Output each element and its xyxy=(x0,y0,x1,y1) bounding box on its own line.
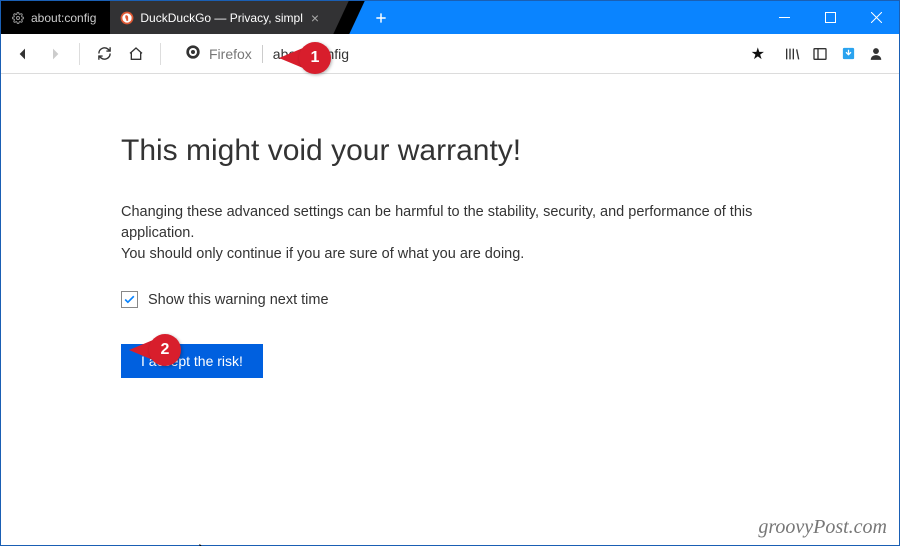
identity-label: Firefox xyxy=(209,46,252,62)
profile-icon[interactable] xyxy=(867,45,885,63)
close-window-button[interactable] xyxy=(853,1,899,34)
sidebar-icon[interactable] xyxy=(811,45,829,63)
warning-heading: This might void your warranty! xyxy=(121,134,899,168)
minimize-button[interactable] xyxy=(761,1,807,34)
duckduckgo-icon xyxy=(120,11,134,25)
warning-body: Changing these advanced settings can be … xyxy=(121,202,781,265)
watermark: groovyPost.com xyxy=(758,516,887,539)
browser-window: about:config DuckDuckGo — Privacy, simpl… xyxy=(0,0,900,546)
accept-risk-button[interactable]: I accept the risk! xyxy=(121,344,263,378)
separator xyxy=(262,45,263,63)
new-tab-button[interactable] xyxy=(365,1,397,34)
pocket-icon[interactable] xyxy=(839,45,857,63)
url-bar[interactable]: Firefox about:config ★ xyxy=(179,39,771,69)
tab-label: DuckDuckGo — Privacy, simpl xyxy=(140,11,302,25)
tab-edge xyxy=(333,1,349,34)
checkbox[interactable] xyxy=(121,291,138,308)
checkbox-label: Show this warning next time xyxy=(148,292,329,308)
content-area: This might void your warranty! Changing … xyxy=(1,74,899,545)
separator xyxy=(160,43,161,65)
tab-label: about:config xyxy=(31,11,96,25)
back-button[interactable] xyxy=(9,40,37,68)
close-icon[interactable]: × xyxy=(311,11,319,25)
nav-toolbar: Firefox about:config ★ xyxy=(1,34,899,74)
tab-edge xyxy=(349,1,365,34)
identity-box[interactable]: Firefox about:config xyxy=(185,44,349,63)
reload-button[interactable] xyxy=(90,40,118,68)
window-controls xyxy=(761,1,899,34)
tab-about-config[interactable]: about:config xyxy=(1,1,110,34)
toolbar-right xyxy=(783,45,891,63)
maximize-button[interactable] xyxy=(807,1,853,34)
home-button[interactable] xyxy=(122,40,150,68)
bookmark-star-icon[interactable]: ★ xyxy=(751,44,765,64)
library-icon[interactable] xyxy=(783,45,801,63)
forward-button[interactable] xyxy=(41,40,69,68)
url-text: about:config xyxy=(273,46,349,62)
firefox-icon xyxy=(185,44,201,63)
titlebar: about:config DuckDuckGo — Privacy, simpl… xyxy=(1,1,899,34)
tabstrip: about:config DuckDuckGo — Privacy, simpl… xyxy=(1,1,365,34)
gear-icon xyxy=(11,11,25,25)
separator xyxy=(79,43,80,65)
show-warning-checkbox-row[interactable]: Show this warning next time xyxy=(121,291,899,308)
tab-duckduckgo[interactable]: DuckDuckGo — Privacy, simpl × xyxy=(110,1,333,34)
